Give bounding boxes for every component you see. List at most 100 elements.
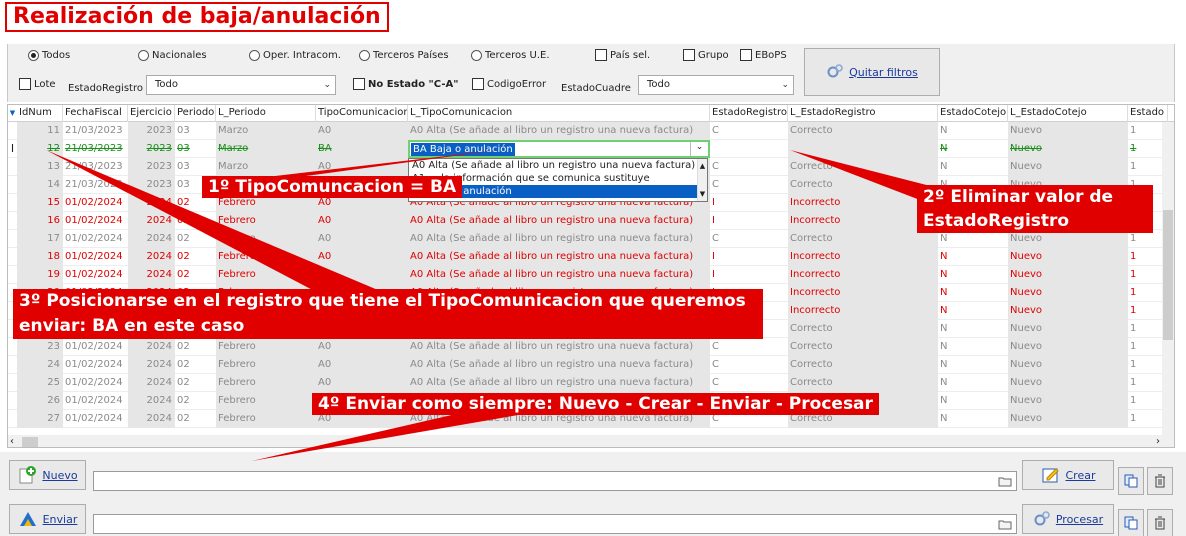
cell-lestreg[interactable]: Incorrecto (788, 302, 938, 320)
cell-estreg[interactable]: I (710, 212, 788, 230)
cell-estcot[interactable]: N (938, 392, 1008, 410)
cell-fecha[interactable]: 01/02/2024 (63, 338, 128, 356)
cell-tipo[interactable]: A0 (316, 230, 408, 248)
cell-ejercicio[interactable]: 2024 (128, 392, 175, 410)
cell-periodo[interactable]: 02 (175, 410, 216, 428)
cell-lperiodo[interactable]: Febrero (216, 212, 316, 230)
cell-id[interactable]: 24 (17, 356, 63, 374)
cell-fecha[interactable]: 01/02/2024 (63, 266, 128, 284)
cell-estcot[interactable]: N (938, 266, 1008, 284)
procesar-button[interactable]: Procesar (1022, 504, 1114, 534)
cell-lperiodo[interactable]: Febrero (216, 374, 316, 392)
checkbox-no-estado[interactable]: No Estado "C-A" (353, 78, 458, 90)
cell-lperiodo[interactable]: Febrero (216, 410, 316, 428)
quitar-filtros-button[interactable]: Quitar filtros (804, 48, 940, 96)
cell-tipo[interactable]: A0 (316, 266, 408, 284)
checkbox-pais-sel[interactable]: País sel. (595, 49, 650, 61)
cell-lestcot[interactable]: Nuevo (1008, 122, 1128, 140)
cell-periodo[interactable]: 02 (175, 212, 216, 230)
cell-fecha[interactable]: 01/02/2024 (63, 230, 128, 248)
cell-periodo[interactable]: 02 (175, 338, 216, 356)
cell-ejercicio[interactable]: 2024 (128, 356, 175, 374)
cell-estreg[interactable]: I (710, 266, 788, 284)
column-header[interactable]: Estado (1128, 105, 1168, 122)
cell-tipo[interactable]: A0 (316, 248, 408, 266)
crear-button[interactable]: Crear (1022, 460, 1114, 490)
cell-tipo[interactable]: A0 (316, 212, 408, 230)
cell-estcot[interactable]: N (938, 356, 1008, 374)
cell-lperiodo[interactable]: Febrero (216, 338, 316, 356)
scroll-thumb[interactable] (1163, 210, 1173, 340)
nuevo-path-field[interactable] (93, 471, 1017, 491)
cell-ejercicio[interactable]: 2024 (128, 194, 175, 212)
cell-lestreg[interactable]: Correcto (788, 230, 938, 248)
cell-id[interactable]: 26 (17, 392, 63, 410)
cell-estcot[interactable]: N (938, 284, 1008, 302)
cell-estcot[interactable]: N (938, 374, 1008, 392)
cell-estcot[interactable]: N (938, 320, 1008, 338)
cell-lperiodo[interactable]: Febrero (216, 230, 316, 248)
cell-id[interactable]: 23 (17, 338, 63, 356)
cell-ejercicio[interactable]: 2023 (128, 158, 175, 176)
cell-id[interactable]: 11 (17, 122, 63, 140)
radio-dot[interactable] (471, 50, 482, 61)
cell-lestreg[interactable]: Correcto (788, 122, 938, 140)
cell-estreg[interactable]: I (710, 248, 788, 266)
cell-fecha[interactable]: 01/02/2024 (63, 212, 128, 230)
cell-lperiodo[interactable]: Marzo (216, 158, 316, 176)
cell-periodo[interactable]: 02 (175, 356, 216, 374)
cell-fecha[interactable]: 21/03/2023 (63, 122, 128, 140)
cell-lperiodo[interactable]: Febrero (216, 266, 316, 284)
cell-estreg[interactable]: C (710, 176, 788, 194)
cell-lestcot[interactable]: Nuevo (1008, 284, 1128, 302)
column-header[interactable]: EstadoCotejo (938, 105, 1008, 122)
cell-fecha[interactable]: 01/02/2024 (63, 194, 128, 212)
cell-lestreg[interactable]: Incorrecto (788, 284, 938, 302)
cell-lestreg[interactable] (788, 140, 938, 158)
cell-periodo[interactable]: 02 (175, 248, 216, 266)
cell-tipo[interactable]: A0 (316, 374, 408, 392)
column-header[interactable]: L_EstadoCotejo (1008, 105, 1128, 122)
cell-lestreg[interactable]: Correcto (788, 320, 938, 338)
cell-fecha[interactable]: 01/02/2024 (63, 410, 128, 428)
cell-tipo[interactable]: A0 (316, 356, 408, 374)
cell-id[interactable]: 16 (17, 212, 63, 230)
cell-ejercicio[interactable]: 2024 (128, 248, 175, 266)
vertical-scrollbar[interactable] (1162, 122, 1174, 447)
radio-dot[interactable] (28, 50, 39, 61)
trash-icon[interactable] (1147, 467, 1173, 495)
radio-dot[interactable] (249, 50, 260, 61)
radio-todos[interactable]: Todos (28, 50, 70, 61)
cell-periodo[interactable]: 02 (175, 374, 216, 392)
estado-cuadre-select[interactable]: Todo ⌄ (638, 75, 794, 95)
cell-lperiodo[interactable]: Febrero (216, 356, 316, 374)
cell-estcot[interactable]: N (938, 338, 1008, 356)
tipo-comunicacion-editor[interactable]: BA Baja o anulación ⌄ (408, 140, 710, 158)
cell-estcot[interactable]: N (938, 410, 1008, 428)
cell-ltipo[interactable]: A0 Alta (Se añade al libro un registro u… (408, 122, 710, 140)
cell-lestcot[interactable]: Nuevo (1008, 248, 1128, 266)
cell-id[interactable]: 27 (17, 410, 63, 428)
cell-fecha[interactable]: 01/02/2024 (63, 392, 128, 410)
cell-periodo[interactable]: 02 (175, 392, 216, 410)
cell-ltipo[interactable]: A0 Alta (Se añade al libro un registro u… (408, 266, 710, 284)
column-header[interactable]: L_Periodo (216, 105, 316, 122)
cell-lestcot[interactable]: Nuevo (1008, 410, 1128, 428)
cell-id[interactable]: 19 (17, 266, 63, 284)
cell-id[interactable]: 12 (17, 140, 63, 158)
cell-ltipo[interactable]: A0 Alta (Se añade al libro un registro u… (408, 356, 710, 374)
table-row[interactable]: 23 01/02/2024 2024 02 Febrero A0 A0 Alta (Se a… (8, 338, 1164, 356)
cell-lestreg[interactable]: Incorrecto (788, 194, 938, 212)
cell-estreg[interactable]: C (710, 338, 788, 356)
cell-lestreg[interactable]: Incorrecto (788, 212, 938, 230)
cell-lestreg[interactable]: Correcto (788, 158, 938, 176)
cell-estreg[interactable] (710, 140, 788, 158)
cell-fecha[interactable]: 01/02/2024 (63, 374, 128, 392)
cell-lestcot[interactable]: Nuevo (1008, 338, 1128, 356)
column-header[interactable]: Periodo (175, 105, 216, 122)
checkbox-codigo-error[interactable]: CodigoError (472, 78, 546, 90)
cell-estcot[interactable]: N (938, 248, 1008, 266)
cell-periodo[interactable]: 03 (175, 158, 216, 176)
cell-fecha[interactable]: 21/03/2023 (63, 140, 128, 158)
cell-estreg[interactable]: I (710, 194, 788, 212)
